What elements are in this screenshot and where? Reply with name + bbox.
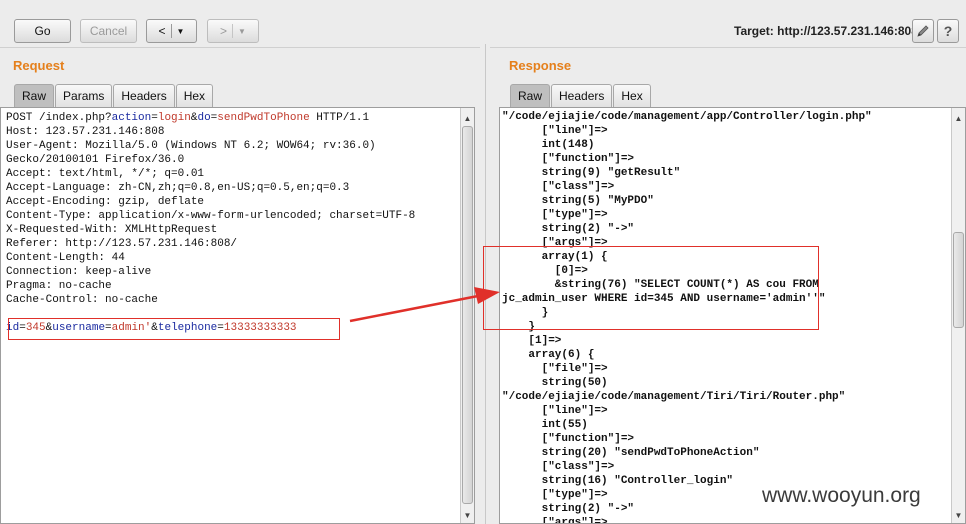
annotation-arrow — [349, 287, 500, 323]
watermark: www.wooyun.org — [762, 484, 921, 507]
